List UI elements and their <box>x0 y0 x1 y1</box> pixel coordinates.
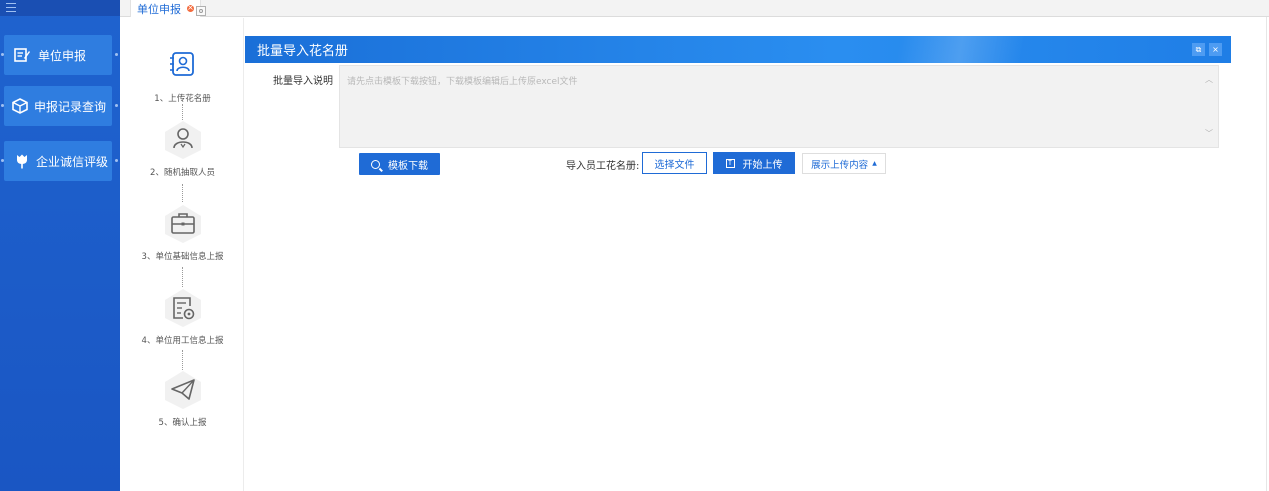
maximize-icon[interactable]: ⧉ <box>1192 43 1205 56</box>
button-label: 展示上传内容 <box>811 159 869 171</box>
caret-up-icon: ▲ <box>872 160 877 167</box>
upload-icon <box>725 156 735 170</box>
button-label: 开始上传 <box>742 159 783 171</box>
step-label: 5、确认上报 <box>158 418 207 428</box>
placeholder-text: 请先点击模板下载按钮，下载模板编辑后上传原excel文件 <box>347 77 578 87</box>
step-basic-info[interactable]: 3、单位基础信息上报 <box>121 202 244 262</box>
sidebar-header <box>0 0 120 16</box>
tab-settings-icon[interactable] <box>196 6 206 16</box>
step-random-select[interactable]: 2、随机抽取人员 <box>121 118 244 178</box>
batch-import-panel: 批量导入花名册 ⧉ × 批量导入说明 请先点击模板下载按钮，下载模板编辑后上传原… <box>245 36 1231 491</box>
step-employment-info[interactable]: 4、单位用工信息上报 <box>121 286 244 346</box>
briefcase-icon <box>162 202 204 244</box>
import-roster-label: 导入员工花名册: <box>566 161 640 172</box>
edit-document-icon <box>14 47 30 63</box>
step-label: 1、上传花名册 <box>154 94 211 104</box>
roster-icon <box>162 44 204 86</box>
panel-title: 批量导入花名册 <box>257 44 349 59</box>
step-confirm[interactable]: 5、确认上报 <box>121 368 244 428</box>
step-upload-roster[interactable]: 1、上传花名册 <box>121 44 244 104</box>
hamburger-menu-icon[interactable] <box>6 3 16 12</box>
show-upload-content-button[interactable]: 展示上传内容 ▲ <box>802 153 886 174</box>
desc-label: 批量导入说明 <box>273 76 333 87</box>
step-label: 2、随机抽取人员 <box>150 168 215 178</box>
scroll-down-icon[interactable]: ﹀ <box>1205 128 1213 138</box>
template-download-button[interactable]: 模板下载 <box>359 153 440 175</box>
right-border <box>1266 17 1267 491</box>
search-icon <box>371 159 380 169</box>
scroll-up-icon[interactable]: ︿ <box>1205 74 1213 84</box>
step-label: 4、单位用工信息上报 <box>141 336 224 346</box>
panel-header: 批量导入花名册 ⧉ × <box>245 36 1231 63</box>
sidebar-item-label: 单位申报 <box>38 48 87 63</box>
import-description-textarea[interactable]: 请先点击模板下载按钮，下载模板编辑后上传原excel文件 ︿ ﹀ <box>339 65 1219 148</box>
choose-file-button[interactable]: 选择文件 <box>642 152 707 174</box>
sidebar: 单位申报 申报记录查询 企业诚信评级 <box>0 0 120 491</box>
sidebar-item-label: 企业诚信评级 <box>36 154 109 169</box>
sidebar-item-label: 申报记录查询 <box>34 99 107 114</box>
tulip-icon <box>14 153 30 169</box>
sidebar-item-credit-rating[interactable]: 企业诚信评级 <box>1 141 118 181</box>
start-upload-button[interactable]: 开始上传 <box>713 152 795 174</box>
sidebar-item-unit-declaration[interactable]: 单位申报 <box>1 35 118 75</box>
close-icon[interactable]: × <box>1209 43 1222 56</box>
tab-unit-declaration[interactable]: 单位申报 <box>130 0 201 17</box>
box-icon <box>12 98 28 114</box>
person-icon <box>162 118 204 160</box>
button-label: 模板下载 <box>388 160 428 172</box>
close-icon[interactable] <box>187 1 194 15</box>
step-progress: 1、上传花名册 2、随机抽取人员 3、单位基础信息上报 4、单位用工信息上报 5… <box>121 18 244 491</box>
paper-plane-icon <box>162 368 204 410</box>
report-icon <box>162 286 204 328</box>
tab-bar: 单位申报 <box>120 0 1269 17</box>
step-label: 3、单位基础信息上报 <box>141 252 224 262</box>
button-label: 选择文件 <box>654 159 695 171</box>
sidebar-item-record-query[interactable]: 申报记录查询 <box>1 86 118 126</box>
tab-label: 单位申报 <box>137 2 181 16</box>
